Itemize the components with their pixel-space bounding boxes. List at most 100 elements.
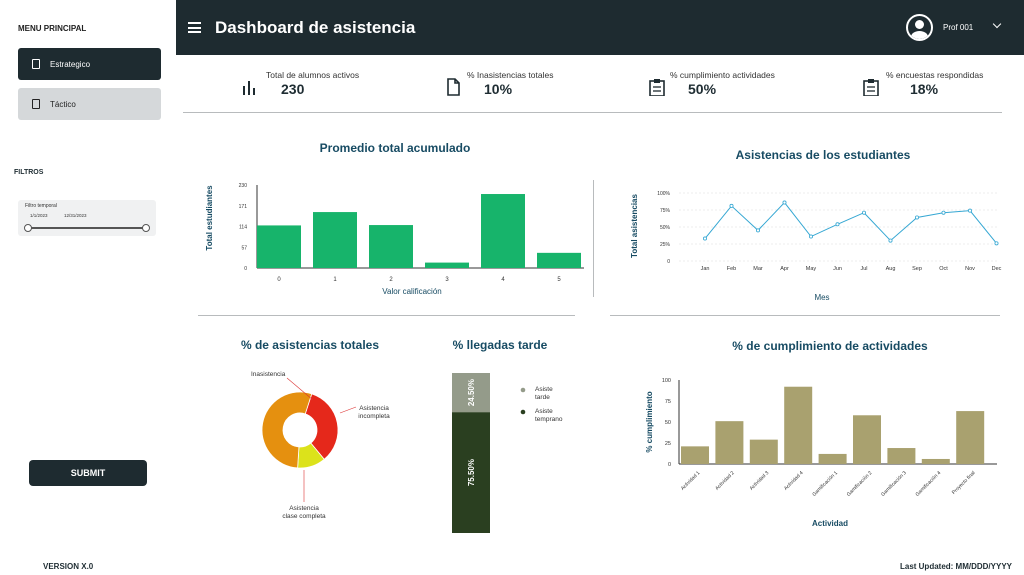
bar — [921, 458, 950, 464]
x-tick-label: Dec — [992, 266, 1002, 272]
y-tick-label: 100 — [662, 378, 671, 384]
bar — [818, 453, 847, 464]
bar — [715, 421, 744, 464]
divider — [610, 315, 1000, 316]
y-tick-label: 0 — [244, 266, 247, 272]
x-axis-label: Valor calificación — [382, 287, 441, 296]
date-from[interactable]: 1/1/2023 — [30, 213, 48, 218]
x-tick-label: Mar — [753, 266, 763, 272]
y-tick-label: 25 — [665, 441, 671, 447]
bar-chart-icon — [243, 81, 255, 95]
kpi-label: % encuestas respondidas — [886, 70, 984, 80]
submit-button[interactable]: SUBMIT — [29, 460, 147, 486]
x-axis-label: Actividad — [812, 519, 848, 528]
y-axis-label: % cumplimiento — [645, 391, 654, 452]
slice-label: Inasistencia — [251, 371, 286, 378]
data-point — [729, 203, 734, 208]
chart-title: % llegadas tarde — [452, 338, 548, 352]
legend-label: temprano — [535, 416, 563, 423]
x-tick-label: 1 — [333, 277, 337, 283]
x-tick-label: 2 — [389, 277, 393, 283]
x-tick-label: 5 — [557, 277, 561, 283]
menu-icon[interactable] — [188, 22, 201, 33]
x-tick-label: Jul — [860, 266, 867, 272]
data-point — [861, 210, 866, 215]
x-axis-label: Mes — [814, 293, 829, 302]
document-icon — [32, 99, 40, 109]
x-tick-label: 3 — [445, 277, 449, 283]
tactico-button[interactable]: Táctico — [18, 88, 161, 120]
y-tick-label: 25% — [660, 242, 671, 248]
date-to[interactable]: 12/31/2023 — [64, 213, 87, 218]
bar — [425, 262, 469, 268]
y-tick-label: 230 — [239, 183, 248, 189]
y-tick-label: 57 — [241, 245, 247, 251]
document-icon — [32, 59, 40, 69]
slider-end-handle[interactable] — [142, 224, 150, 232]
x-tick-label: Gamificación 4 — [915, 470, 943, 498]
y-tick-label: 100% — [657, 191, 670, 197]
kpi-value: 10% — [484, 81, 513, 97]
menu-title: MENU PRINCIPAL — [18, 24, 87, 33]
attendance-line-chart: Total asistencias Mes 0 25% 50% 75% 100% Jan Feb… — [630, 191, 1002, 302]
estrategico-button[interactable]: Estrategico — [18, 48, 161, 80]
x-tick-label: Actividad 3 — [749, 470, 771, 492]
y-tick-label: 50 — [665, 420, 671, 426]
y-tick-label: 75% — [660, 208, 671, 214]
bar — [257, 225, 301, 268]
data-point — [888, 238, 893, 243]
x-tick-label: Gamificación 2 — [846, 470, 874, 498]
series-line — [704, 201, 997, 244]
last-updated: Last Updated: MM/DDD/YYYY — [899, 562, 1012, 571]
chevron-down-icon[interactable] — [992, 19, 1002, 29]
slice-label: Asistencia incompleta — [358, 405, 390, 420]
x-tick-label: Gamificación 3 — [880, 470, 908, 498]
x-tick-label: 4 — [501, 277, 505, 283]
y-tick-label: 0 — [667, 259, 670, 265]
divider — [593, 180, 594, 297]
kpi-value: 230 — [281, 81, 305, 97]
x-tick-label: Jun — [833, 266, 842, 272]
segment-label: 75.50% — [467, 459, 476, 486]
divider — [198, 315, 575, 316]
legend-label: tarde — [535, 394, 550, 401]
chart-title: Asistencias de los estudiantes — [735, 148, 911, 162]
bar — [369, 225, 413, 268]
bar — [853, 415, 881, 464]
slider-start-handle[interactable] — [24, 224, 32, 232]
legend-label: Asiste — [535, 408, 553, 415]
x-tick-label: Actividad 4 — [783, 470, 805, 492]
bar — [887, 448, 916, 464]
legend-label: Asiste — [535, 386, 553, 393]
x-tick-label: May — [806, 266, 817, 272]
x-tick-label: Proyecto final — [951, 470, 977, 496]
date-filter[interactable]: Filtro temporal 1/1/2023 12/31/2023 — [18, 200, 156, 236]
filters-title: FILTROS — [14, 169, 44, 176]
y-axis-label: Total asistencias — [630, 194, 639, 258]
user-name[interactable]: Prof 001 — [943, 23, 973, 32]
date-slider[interactable] — [24, 224, 150, 232]
bar — [749, 439, 778, 464]
estrategico-label: Estrategico — [50, 59, 91, 69]
data-point — [835, 222, 840, 227]
x-tick-label: 0 — [277, 277, 281, 283]
kpi-value: 50% — [688, 81, 717, 97]
kpi-label: Total de alumnos activos — [266, 70, 360, 80]
legend-marker — [520, 409, 526, 415]
avatar[interactable] — [906, 14, 933, 41]
x-tick-label: Aug — [886, 266, 896, 272]
x-tick-label: Oct — [939, 266, 948, 272]
activities-bar-chart: % cumplimiento Actividad 0 25 50 75 100 Activid… — [645, 378, 997, 528]
data-point — [782, 200, 787, 205]
data-point — [808, 234, 813, 239]
y-tick-label: 75 — [665, 399, 671, 405]
slice-label: Asistencia clase completa — [282, 505, 326, 520]
document-icon — [447, 78, 460, 96]
tactico-label: Táctico — [50, 99, 76, 109]
x-tick-label: Nov — [965, 266, 975, 272]
data-point — [755, 228, 760, 233]
legend-marker — [520, 387, 526, 393]
attendance-donut-chart: Inasistencia Asistencia incompleta Asistenc… — [251, 371, 390, 520]
sidebar: MENU PRINCIPAL Estrategico Táctico FILTR… — [0, 0, 176, 575]
leader-line — [339, 406, 357, 414]
